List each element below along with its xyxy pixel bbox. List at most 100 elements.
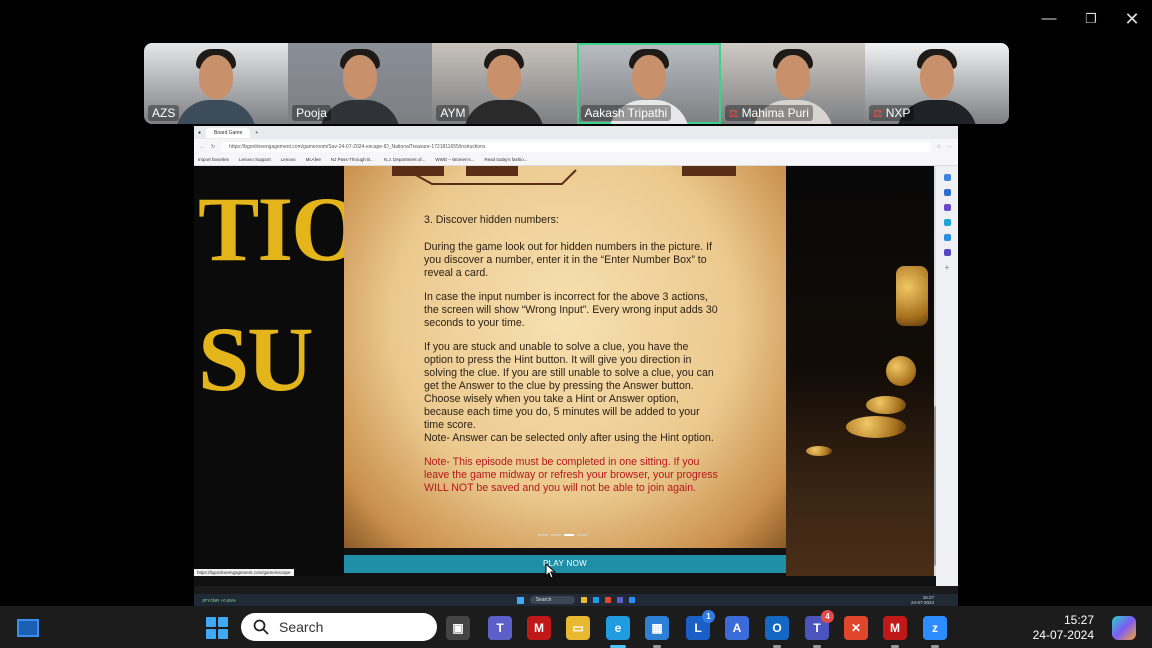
participant-name: ⚖ Mahima Puri (724, 105, 813, 121)
bookmark-item[interactable]: Lenovo Support (239, 157, 271, 162)
bookmarks-bar: Import favorites Lenovo Support Lenovo McAf… (194, 154, 958, 166)
browser-menu-icon[interactable]: ● (198, 130, 201, 136)
taskbar-search[interactable]: Search (241, 613, 437, 641)
new-tab-icon[interactable]: + (255, 130, 258, 136)
restore-icon[interactable]: ❐ (1078, 8, 1104, 30)
instructions-heading: 3. Discover hidden numbers: (424, 214, 559, 226)
edge-icon[interactable]: e (606, 616, 630, 648)
participant-face (343, 55, 378, 99)
sidebar-app-icon[interactable] (943, 189, 951, 196)
participant-face (919, 55, 954, 99)
shared-widget: JPY/INR +0.65% (202, 597, 236, 603)
address-bar[interactable]: https://bgonlineengagement.com/gameroom/… (221, 141, 931, 152)
participant-name: Aakash Tripathi (580, 105, 672, 121)
play-now-button[interactable]: PLAY NOW (344, 555, 786, 573)
search-icon (253, 619, 269, 635)
sidebar-app-icon[interactable] (943, 204, 951, 211)
instructions-para-3: If you are stuck and unable to solve a c… (424, 341, 714, 431)
participant-tile[interactable]: AZS (144, 43, 289, 124)
participant-body (464, 100, 545, 124)
bookmark-item[interactable]: Import favorites (198, 157, 229, 162)
participant-tile[interactable]: AYM (432, 43, 577, 124)
bg-letters-top: TIO (198, 178, 344, 280)
title-background: TIO SU (194, 166, 344, 576)
desktop: — ❐ ✕ AZS Pooja AYM Aakash Tripathi ⚖ Ma… (0, 0, 1152, 648)
refresh-icon[interactable]: ↻ (211, 144, 215, 150)
task-view-icon[interactable]: ▣ (446, 616, 470, 640)
notification-badge: 1 (702, 610, 715, 623)
status-bar-url: https://bgonlineengagement.com/game/esca… (194, 569, 294, 576)
carousel-dots[interactable] (538, 534, 587, 536)
search-icon[interactable] (943, 174, 951, 181)
instructions-para-1: During the game look out for hidden numb… (424, 241, 712, 279)
shared-search: Search (529, 596, 576, 604)
close-icon[interactable]: ✕ (1119, 8, 1145, 30)
outlook-icon[interactable]: O (765, 616, 789, 648)
copilot-icon[interactable] (1112, 616, 1136, 640)
sidebar-app-icon[interactable] (943, 234, 951, 241)
teams-icon[interactable]: T (488, 616, 512, 640)
scroll-ornament (392, 166, 736, 185)
participant-name: ⚖ NXP (868, 105, 915, 121)
back-icon[interactable]: ← (200, 144, 205, 150)
bookmark-item[interactable]: Lenovo (281, 157, 296, 162)
participant-tile[interactable]: ⚖ Mahima Puri (720, 43, 865, 124)
participant-tile[interactable]: ⚖ NXP (864, 43, 1009, 124)
instructions-para-2: In case the input number is incorrect fo… (424, 291, 718, 329)
sidebar-app-icon[interactable] (943, 249, 951, 256)
participant-tile[interactable]: Aakash Tripathi (576, 43, 721, 124)
app-a-icon[interactable]: A (725, 616, 749, 640)
mouse-cursor-icon (545, 563, 557, 579)
participants-strip: AZS Pooja AYM Aakash Tripathi ⚖ Mahima P… (144, 43, 1009, 124)
file-explorer-icon[interactable]: ▭ (566, 616, 590, 640)
treasure-background (786, 166, 936, 576)
minimize-icon[interactable]: — (1036, 8, 1062, 30)
sidebar-app-icon[interactable] (943, 219, 951, 226)
shared-taskbar: JPY/INR +0.65% Search 15:27 24-07-2024 (194, 594, 958, 606)
participant-body (176, 100, 257, 124)
taskbar-date: 24-07-2024 (1032, 628, 1094, 642)
browser-tab-strip: ● Board Game + (194, 126, 958, 139)
mic-muted-icon: ⚖ (728, 107, 739, 120)
zoom-icon[interactable]: z (923, 616, 947, 648)
shared-clock: 15:27 24-07-2024 (910, 595, 934, 605)
teams-new-icon[interactable]: T4 (805, 610, 834, 648)
bookmark-item[interactable]: McAfee (306, 157, 321, 162)
participant-name: AZS (148, 105, 180, 121)
shared-screen: ● Board Game + ← ↻ https://bgonlineengag… (194, 126, 958, 606)
lenovo-l-icon[interactable]: L1 (686, 610, 715, 640)
participant-name: AYM (436, 105, 470, 121)
start-icon[interactable] (206, 617, 228, 639)
tool-icon[interactable]: ✕ (844, 616, 868, 640)
bookmark-item[interactable]: NJ Pass-Through B... (331, 157, 374, 162)
widgets-icon[interactable] (17, 619, 39, 637)
browser-more-icon[interactable]: ⋯ (947, 144, 952, 150)
participant-face (199, 55, 234, 99)
mcafee-icon[interactable]: M (527, 616, 551, 640)
favorites-icon[interactable]: ☆ (937, 144, 941, 150)
mcafee-shield-icon[interactable]: M (883, 616, 907, 648)
bookmark-item[interactable]: N.J. Department of... (384, 157, 426, 162)
bg-letters-bottom: SU (198, 308, 314, 410)
taskbar-time: 15:27 (1063, 613, 1094, 627)
browser-tab[interactable]: Board Game (206, 127, 251, 138)
store-icon[interactable]: ▦ (645, 616, 669, 648)
participant-face (631, 55, 666, 99)
participant-tile[interactable]: Pooja (288, 43, 433, 124)
taskbar: Search ▣ T M ▭ e ▦ L 1 A O T 4 ✕ Mz 15:27 24-07-2024 (0, 606, 1152, 648)
instructions-warning: Note- This episode must be completed in … (424, 456, 718, 494)
instructions-text: 3. Discover hidden numbers: During the g… (424, 214, 719, 506)
participant-face (775, 55, 810, 99)
taskbar-clock[interactable]: 15:27 24-07-2024 (1030, 613, 1094, 643)
game-page: TIO SU 3. Discover hidden numbers: Durin… (194, 166, 958, 586)
bookmark-item[interactable]: WWD – Women's... (435, 157, 474, 162)
add-icon[interactable]: + (944, 264, 951, 272)
taskbar-search-placeholder: Search (279, 619, 324, 635)
participant-name: Pooja (292, 105, 331, 121)
bookmark-item[interactable]: Read today's fashio... (484, 157, 527, 162)
participant-body (320, 100, 401, 124)
instructions-hint-note: Note- Answer can be selected only after … (424, 432, 714, 444)
shared-start-icon (516, 596, 524, 604)
notification-badge: 4 (821, 610, 834, 623)
mic-muted-icon: ⚖ (872, 107, 883, 120)
